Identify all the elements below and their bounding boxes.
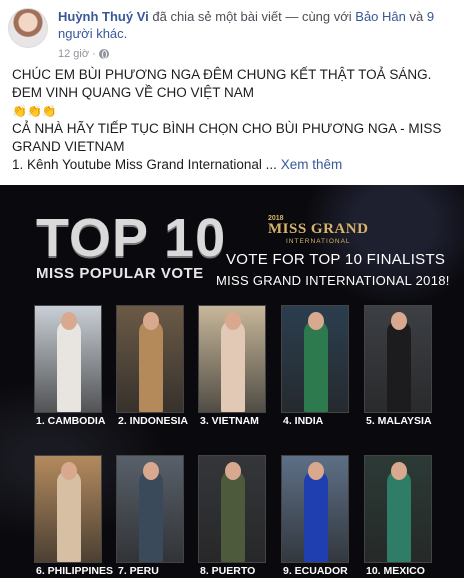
contestant-label: 2. INDONESIA [118, 415, 189, 427]
post-line-3: 1. Kênh Youtube Miss Grand International… [12, 157, 281, 172]
tagged-friend-link[interactable]: Bảo Hân [355, 9, 406, 24]
post-image[interactable]: TOP 10 MISS POPULAR VOTE 2018 MISS GRAND… [0, 185, 464, 578]
contestant-label: 10. MEXICO [366, 565, 425, 577]
poster-headline: TOP 10 [36, 208, 227, 268]
clapping-hands-emoji: 👏👏👏 [12, 104, 57, 118]
globe-icon[interactable] [98, 49, 109, 59]
contestant-head [308, 312, 324, 330]
contestant-label: 5. MALAYSIA [366, 415, 432, 427]
post-line-1: CHÚC EM BÙI PHƯƠNG NGA ĐÊM CHUNG KẾT THẬ… [12, 67, 432, 100]
contestant-head [225, 462, 241, 480]
contestant-photo [364, 455, 432, 563]
contestant-photo [34, 305, 102, 413]
contestant-head [143, 312, 159, 330]
contestant-photo [198, 455, 266, 563]
poster-subheadline: MISS POPULAR VOTE [36, 265, 204, 282]
contestant-photo [198, 305, 266, 413]
post-line-2: CẢ NHÀ HÃY TIẾP TỤC BÌNH CHỌN CHO BÙI PH… [12, 121, 442, 154]
post-time[interactable]: 12 giờ [58, 48, 89, 60]
contestant-label: 6. PHILIPPINES [36, 565, 114, 577]
contestant-label: 9. ECUADOR [283, 565, 348, 577]
contestant-label: 4. INDIA [283, 415, 324, 427]
see-more-link[interactable]: Xem thêm [281, 157, 343, 172]
contestant-head [143, 462, 159, 480]
contestant-figure [57, 470, 81, 562]
contestant-head [391, 312, 407, 330]
logo-subtitle: INTERNATIONAL [286, 238, 351, 245]
contestant-figure [221, 320, 245, 412]
contestant-head [61, 312, 77, 330]
contestant-figure [387, 320, 411, 412]
contestant-head [61, 462, 77, 480]
contestant-photo [34, 455, 102, 563]
contestant-figure [304, 320, 328, 412]
post-header: Huỳnh Thuý Vi đã chia sẻ một bài viết — … [8, 8, 456, 60]
contestant-photo [116, 455, 184, 563]
contestant-label: 1. CAMBODIA [36, 415, 106, 427]
vote-line-2: MISS GRAND INTERNATIONAL 2018! [216, 273, 450, 288]
post-body-text: CHÚC EM BÙI PHƯƠNG NGA ĐÊM CHUNG KẾT THẬ… [12, 66, 452, 174]
and-text: và [405, 9, 427, 24]
contestant-head [391, 462, 407, 480]
contestant-label: 3. VIETNAM [200, 415, 259, 427]
contestant-figure [387, 470, 411, 562]
contestant-photo [281, 305, 349, 413]
contestant-figure [304, 470, 328, 562]
post-meta: 12 giờ · [58, 48, 109, 60]
contestant-photo [116, 305, 184, 413]
post-header-text: Huỳnh Thuý Vi đã chia sẻ một bài viết — … [58, 8, 454, 42]
miss-grand-logo: MISS GRAND [268, 221, 369, 237]
contestant-photo [281, 455, 349, 563]
contestant-figure [139, 320, 163, 412]
contestant-figure [221, 470, 245, 562]
contestant-head [225, 312, 241, 330]
contestant-label: 7. PERU [118, 565, 159, 577]
author-name-link[interactable]: Huỳnh Thuý Vi [58, 9, 149, 24]
shared-post-text: đã chia sẻ một bài viết — cùng với [148, 9, 356, 24]
contestant-figure [57, 320, 81, 412]
vote-line-1: VOTE FOR TOP 10 FINALISTS [226, 251, 446, 268]
contestant-label: 8. PUERTO RICO [200, 565, 256, 578]
contestant-photo [364, 305, 432, 413]
contestant-figure [139, 470, 163, 562]
avatar[interactable] [8, 8, 48, 48]
contestant-head [308, 462, 324, 480]
